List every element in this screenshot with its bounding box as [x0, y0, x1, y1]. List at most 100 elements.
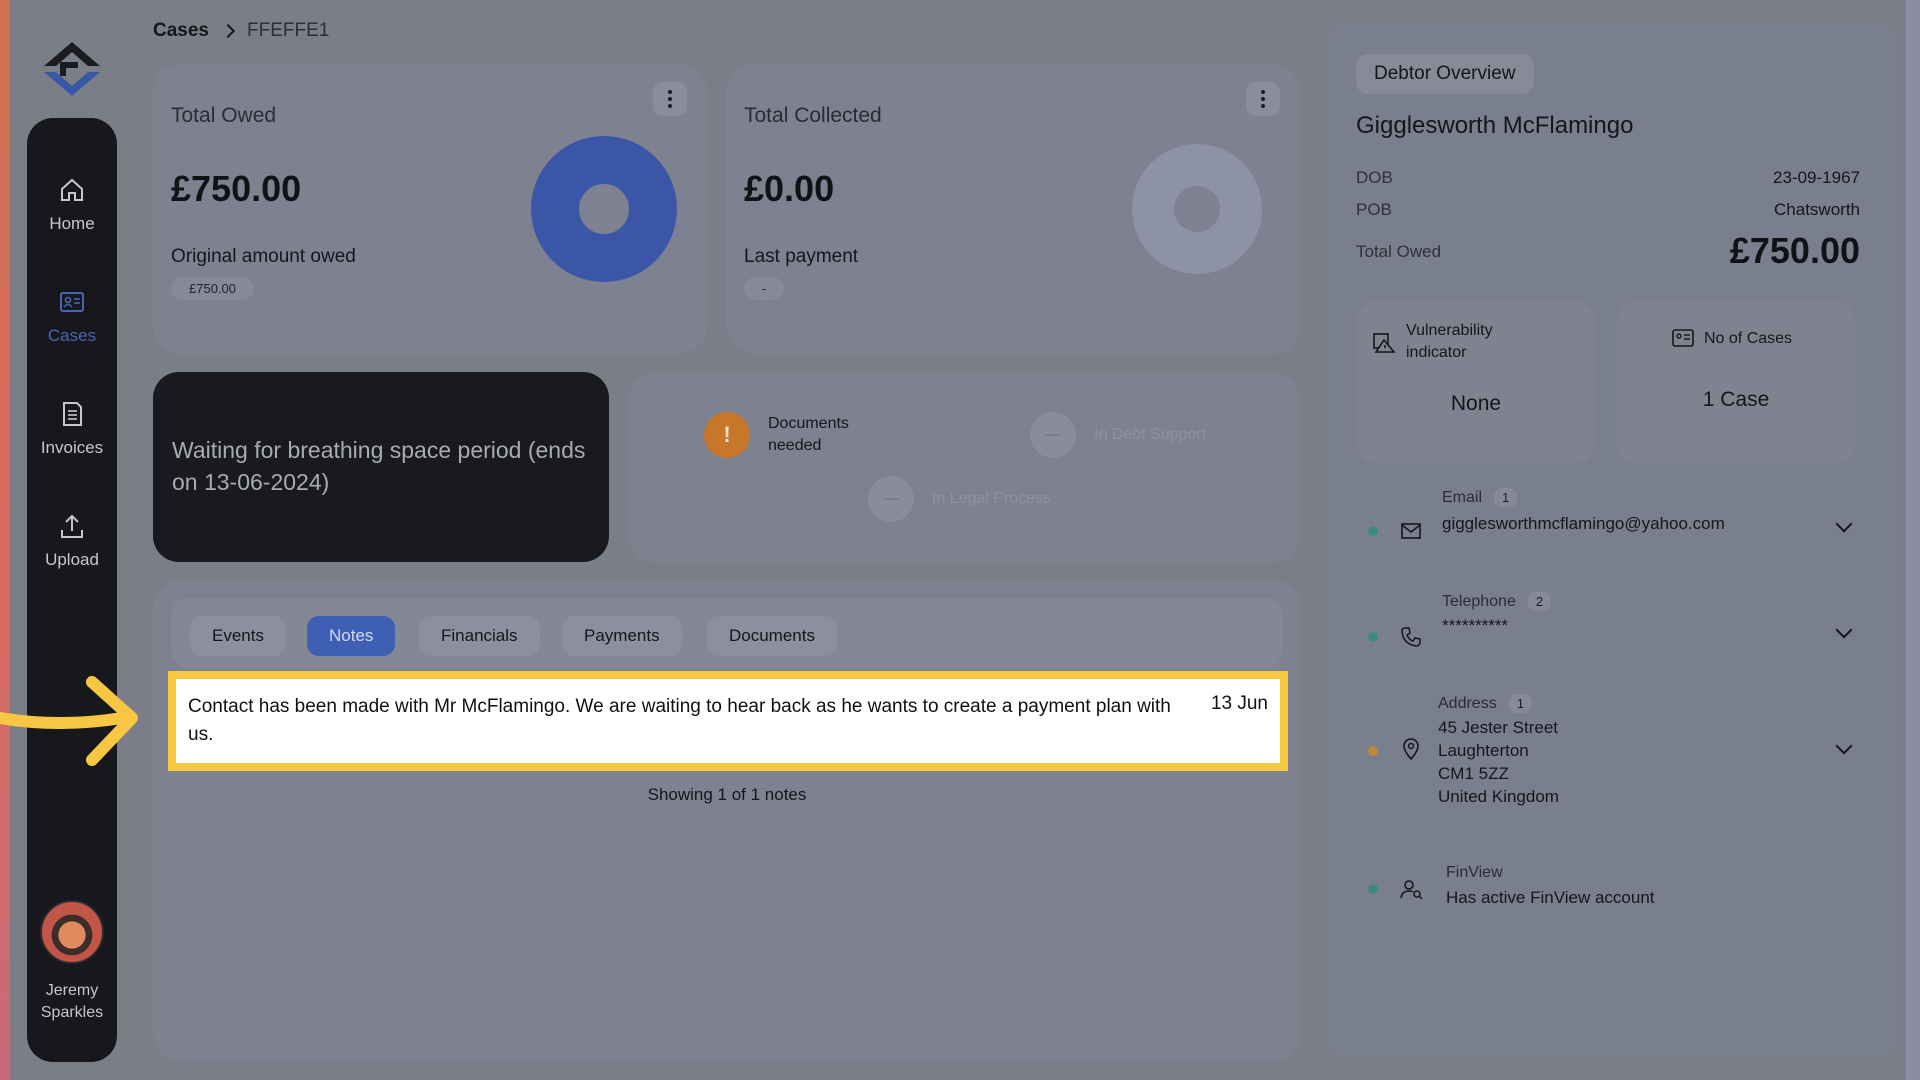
note-item[interactable]: Contact has been made with Mr McFlamingo…: [168, 671, 1288, 771]
status-dot: [1368, 526, 1378, 536]
last-payment-value: -: [744, 277, 785, 300]
total-owed-label: Total Owed: [1356, 242, 1442, 261]
status-dot: [1368, 632, 1378, 642]
sidebar-item-cases[interactable]: Cases: [27, 288, 117, 346]
total-collected-card: Total Collected £0.00 Last payment -: [726, 64, 1300, 354]
contact-telephone[interactable]: Telephone 2 **********: [1368, 592, 1858, 662]
chevron-down-icon[interactable]: [1835, 737, 1853, 755]
finview-value: Has active FinView account: [1446, 888, 1655, 907]
documents-needed-line2: needed: [768, 437, 822, 454]
dob-value: 23-09-1967: [1773, 168, 1860, 187]
contact-email[interactable]: Email 1 gigglesworthmcflamingo@yahoo.com: [1368, 488, 1858, 558]
tab-notes[interactable]: Notes: [307, 616, 396, 656]
notes-count: Showing 1 of 1 notes: [647, 785, 807, 804]
dob-label: DOB: [1356, 168, 1393, 187]
home-icon: [61, 178, 83, 201]
sidebar-item-label: Home: [49, 214, 95, 233]
sidebar: Home Cases Invoices Upload Jeremy Sparkl…: [27, 118, 117, 1062]
case-flags-card: ! Documents needed In Debt Support In Le…: [628, 372, 1300, 562]
debtor-overview-panel: Debtor Overview Gigglesworth McFlamingo …: [1324, 22, 1900, 1060]
note-date: 13 Jun: [1210, 693, 1268, 714]
envelope-icon: [1401, 523, 1421, 539]
no-of-cases-value: 1 Case: [1702, 388, 1770, 411]
tab-events[interactable]: Events: [190, 616, 286, 656]
original-amount-value: £750.00: [171, 277, 254, 300]
original-amount-label: Original amount owed: [171, 246, 356, 267]
total-owed-value: £750.00: [171, 168, 302, 209]
address-label: Address: [1438, 694, 1497, 712]
status-text: Waiting for breathing space period (ends…: [172, 437, 586, 495]
address-count-badge: 1: [1508, 694, 1532, 713]
sidebar-item-label: Invoices: [40, 438, 104, 457]
minus-icon: [1030, 412, 1076, 458]
cases-icon: [60, 292, 84, 312]
pob-value: Chatsworth: [1774, 200, 1860, 219]
no-of-cases-header: No of Cases: [1672, 328, 1792, 350]
email-count-badge: 1: [1494, 488, 1518, 507]
note-text: Contact has been made with Mr McFlamingo…: [188, 696, 1171, 745]
user-search-icon: [1400, 880, 1423, 900]
more-options-icon[interactable]: [653, 82, 687, 116]
tab-payments[interactable]: Payments: [562, 616, 682, 656]
chevron-down-icon[interactable]: [1835, 621, 1853, 639]
breadcrumb-cases-link[interactable]: Cases: [153, 20, 209, 42]
status-dot: [1368, 746, 1378, 756]
no-of-cases-card[interactable]: No of Cases 1 Case: [1616, 300, 1856, 464]
email-value: gigglesworthmcflamingo@yahoo.com: [1442, 514, 1725, 533]
finview-label: FinView: [1446, 864, 1503, 881]
vulnerability-header: Vulnerability indicator: [1372, 320, 1493, 364]
total-collected-value: £0.00: [744, 168, 835, 209]
debtor-name: Gigglesworth McFlamingo: [1356, 112, 1634, 139]
chevron-down-icon[interactable]: [1835, 515, 1853, 533]
in-debt-support-flag[interactable]: In Debt Support: [1030, 412, 1206, 458]
warning-icon: !: [704, 412, 750, 458]
invoice-icon: [63, 402, 82, 426]
total-owed-title: Total Owed: [171, 104, 277, 127]
vulnerability-line2: indicator: [1406, 344, 1467, 361]
app-logo-icon[interactable]: [38, 38, 106, 100]
total-collected-donut-chart: [1132, 144, 1262, 274]
debtor-overview-chip[interactable]: Debtor Overview: [1356, 54, 1534, 94]
phone-icon: [1401, 627, 1421, 647]
debtor-total-owed-value: £750.00: [1729, 230, 1860, 271]
email-label: Email: [1442, 488, 1483, 506]
telephone-label: Telephone: [1442, 592, 1516, 610]
minus-icon: [868, 476, 914, 522]
sidebar-item-upload[interactable]: Upload: [27, 512, 117, 570]
address-line3: CM1 5ZZ: [1438, 764, 1509, 783]
left-edge-accent: [0, 0, 10, 1080]
vulnerability-value: None: [1450, 392, 1502, 415]
telephone-value: **********: [1442, 616, 1509, 635]
in-legal-process-flag[interactable]: In Legal Process: [868, 476, 1051, 522]
sidebar-item-label: Upload: [45, 550, 99, 569]
cases-icon: [1672, 329, 1694, 347]
contact-finview: FinView Has active FinView account: [1368, 864, 1858, 914]
contact-address[interactable]: Address 1 45 Jester Street Laughterton C…: [1368, 694, 1858, 814]
pob-label: POB: [1356, 200, 1392, 219]
sidebar-item-label: Cases: [47, 326, 97, 345]
tab-financials[interactable]: Financials: [419, 616, 540, 656]
user-name: Jeremy Sparkles: [27, 980, 117, 1024]
sidebar-item-invoices[interactable]: Invoices: [27, 400, 117, 458]
in-legal-process-label: In Legal Process: [932, 490, 1052, 507]
documents-needed-flag[interactable]: ! Documents needed: [704, 412, 849, 458]
tab-documents[interactable]: Documents: [707, 616, 837, 656]
user-avatar[interactable]: [40, 900, 104, 964]
telephone-count-badge: 2: [1527, 592, 1552, 611]
vulnerability-icon: [1373, 333, 1396, 353]
total-owed-donut-chart: [531, 136, 677, 282]
vulnerability-card[interactable]: Vulnerability indicator None: [1356, 300, 1596, 464]
status-dot: [1368, 884, 1378, 894]
more-options-icon[interactable]: [1246, 82, 1280, 116]
user-last-name: Sparkles: [40, 1004, 104, 1021]
address-line2: Laughterton: [1438, 741, 1529, 760]
status-card: Waiting for breathing space period (ends…: [153, 372, 609, 562]
sidebar-item-home[interactable]: Home: [27, 176, 117, 234]
vulnerability-line1: Vulnerability: [1406, 322, 1493, 339]
address-line4: United Kingdom: [1438, 787, 1559, 806]
upload-icon: [61, 514, 83, 538]
chevron-right-icon: [220, 23, 236, 39]
breadcrumb-current: FFEFFE1: [247, 20, 330, 41]
right-edge: [1906, 0, 1920, 1080]
address-value: 45 Jester Street Laughterton CM1 5ZZ Uni…: [1438, 716, 1559, 808]
